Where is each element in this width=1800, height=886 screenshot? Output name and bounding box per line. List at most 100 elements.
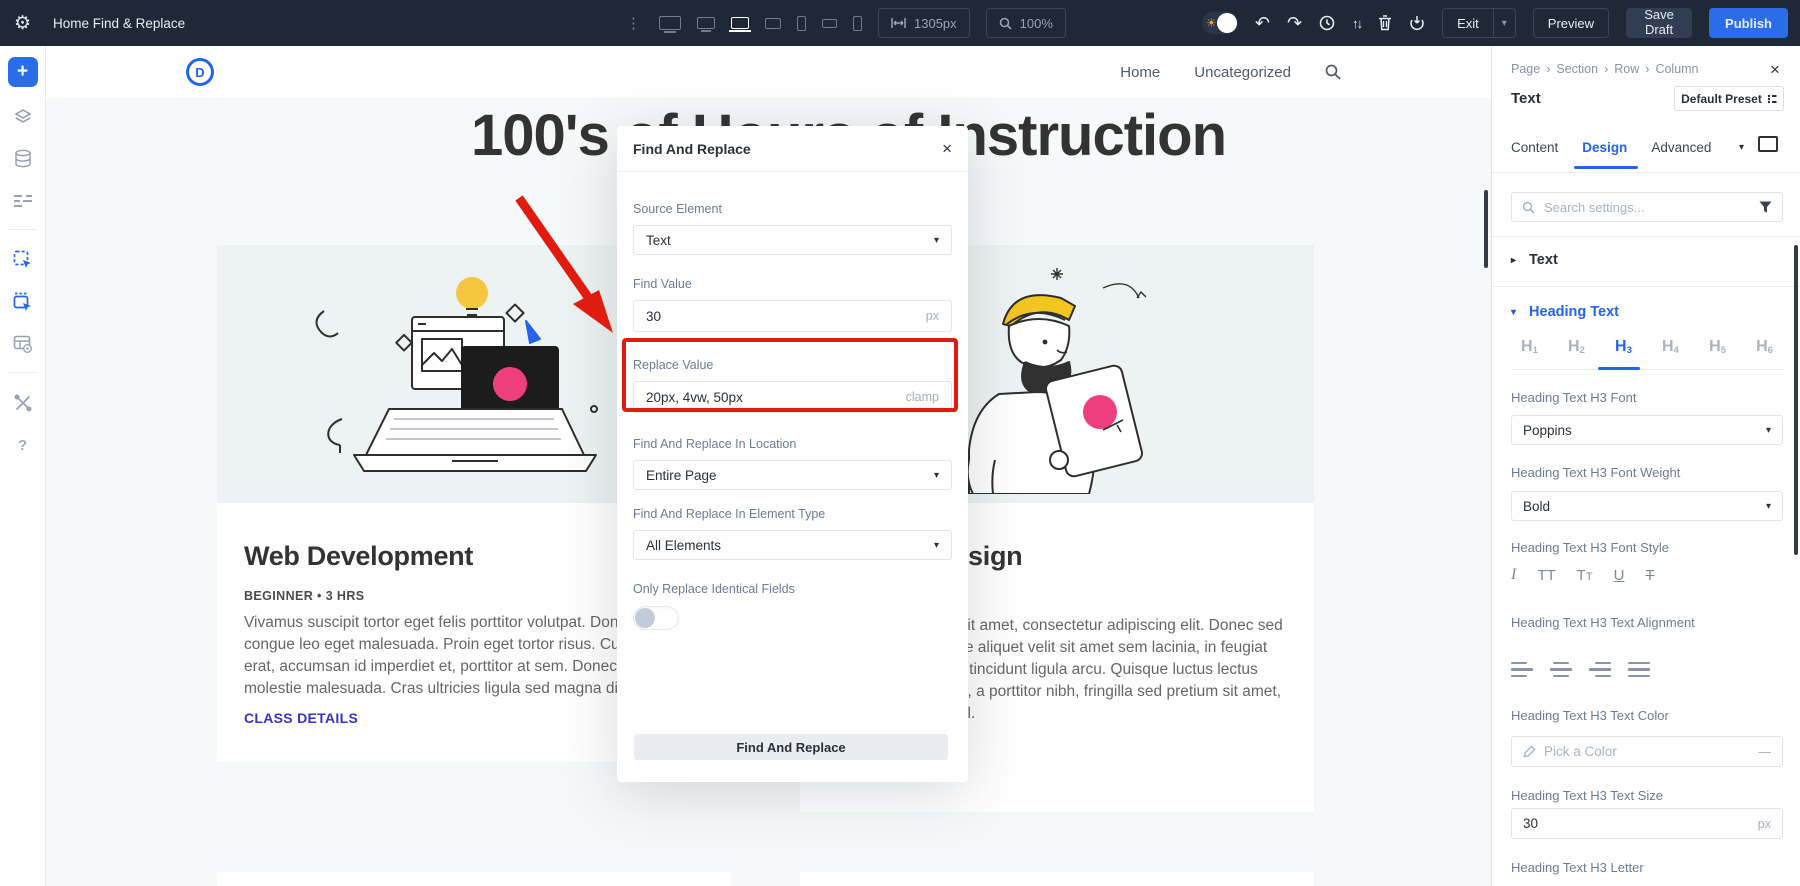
- nav-link-uncategorized[interactable]: Uncategorized: [1194, 64, 1291, 81]
- smallcaps-icon[interactable]: TT: [1577, 567, 1593, 584]
- breadcrumb-sep: ›: [1645, 62, 1649, 76]
- view-phone-portrait-icon[interactable]: [853, 16, 862, 31]
- site-logo[interactable]: D: [186, 58, 214, 86]
- width-arrows-icon: [891, 17, 906, 29]
- layout-settings-icon[interactable]: [11, 332, 35, 356]
- breadcrumb-section[interactable]: Section: [1556, 62, 1598, 76]
- active-tab-underline: [1574, 166, 1638, 169]
- replace-value-input[interactable]: 20px, 4vw, 50px clamp: [633, 381, 952, 413]
- section-toggle-text[interactable]: ▸ Text: [1511, 252, 1558, 268]
- view-laptop-icon[interactable]: [731, 17, 749, 29]
- nav-link-home[interactable]: Home: [1120, 64, 1160, 81]
- layers-icon[interactable]: [11, 105, 35, 129]
- align-center-icon[interactable]: [1550, 662, 1572, 677]
- database-icon[interactable]: [11, 147, 35, 171]
- source-element-value: Text: [646, 233, 671, 248]
- portability-icon[interactable]: [1409, 15, 1425, 31]
- panel-scrollbar[interactable]: [1794, 245, 1798, 555]
- tab-advanced[interactable]: Advanced: [1651, 140, 1711, 155]
- tabs-caret-icon[interactable]: ▾: [1739, 142, 1744, 153]
- save-draft-button[interactable]: Save Draft: [1626, 8, 1692, 38]
- heading-level-h5[interactable]: H5: [1709, 338, 1726, 356]
- light-dark-mode-toggle[interactable]: ☀: [1202, 12, 1238, 34]
- align-justify-icon[interactable]: [1628, 662, 1650, 677]
- view-desktop-xl-icon[interactable]: [659, 16, 681, 30]
- replace-value-text: 20px, 4vw, 50px: [646, 390, 743, 405]
- identical-fields-toggle[interactable]: [633, 606, 679, 630]
- divider: [1492, 172, 1800, 173]
- modal-close-icon[interactable]: ×: [942, 140, 952, 157]
- page-structure-icon[interactable]: [11, 189, 35, 213]
- breadcrumb-column[interactable]: Column: [1655, 62, 1698, 76]
- grid-mode-icon[interactable]: [11, 290, 35, 314]
- help-icon[interactable]: ?: [11, 433, 35, 457]
- strikethrough-icon[interactable]: T: [1645, 567, 1654, 584]
- view-phone-landscape-icon[interactable]: [822, 19, 837, 28]
- page-settings-gear-icon[interactable]: ⚙: [14, 14, 31, 33]
- find-and-replace-submit-button[interactable]: Find And Replace: [634, 734, 948, 760]
- source-element-select[interactable]: Text ▾: [633, 225, 952, 255]
- view-tablet-portrait-icon[interactable]: [797, 16, 806, 31]
- italic-icon[interactable]: I: [1511, 566, 1516, 584]
- heading-level-h2[interactable]: H2: [1568, 338, 1585, 356]
- view-tablet-landscape-icon[interactable]: [765, 18, 781, 29]
- logo-letter: D: [195, 65, 204, 80]
- exit-button[interactable]: Exit: [1443, 9, 1493, 37]
- font-select[interactable]: Poppins ▾: [1511, 415, 1783, 445]
- underline-icon[interactable]: U: [1614, 567, 1625, 584]
- align-right-icon[interactable]: [1589, 662, 1611, 677]
- exit-dropdown-caret[interactable]: ▾: [1493, 9, 1515, 37]
- settings-search-input[interactable]: [1542, 199, 1752, 216]
- align-left-icon[interactable]: [1511, 662, 1533, 677]
- divider: [1492, 286, 1800, 287]
- publish-button[interactable]: Publish: [1709, 8, 1788, 38]
- preview-button[interactable]: Preview: [1533, 8, 1609, 38]
- breadcrumb-row[interactable]: Row: [1614, 62, 1639, 76]
- undo-icon[interactable]: ↶: [1255, 14, 1270, 32]
- breadcrumb-sep: ›: [1546, 62, 1550, 76]
- default-preset-button[interactable]: Default Preset: [1674, 86, 1784, 111]
- text-color-picker[interactable]: Pick a Color —: [1511, 736, 1783, 767]
- font-weight-label: Heading Text H3 Font Weight: [1511, 465, 1783, 480]
- section-label: Heading Text: [1529, 304, 1619, 320]
- panel-close-icon[interactable]: ×: [1770, 60, 1780, 80]
- tab-design[interactable]: Design: [1582, 140, 1627, 155]
- location-select[interactable]: Entire Page ▾: [633, 460, 952, 490]
- view-desktop-icon[interactable]: [697, 17, 715, 29]
- redo-icon[interactable]: ↷: [1287, 14, 1302, 32]
- section-toggle-heading-text[interactable]: ▾ Heading Text: [1511, 304, 1619, 320]
- page-title: Home Find & Replace: [53, 16, 185, 31]
- find-value-text: 30: [646, 309, 661, 324]
- site-search-icon[interactable]: [1325, 64, 1341, 80]
- find-value-input[interactable]: 30 px: [633, 300, 952, 332]
- zoom-icon: [999, 17, 1012, 30]
- add-module-button[interactable]: +: [8, 57, 38, 87]
- tab-content[interactable]: Content: [1511, 140, 1558, 155]
- font-style-label: Heading Text H3 Font Style: [1511, 540, 1783, 555]
- preset-label: Default Preset: [1681, 92, 1762, 106]
- click-mode-icon[interactable]: [11, 248, 35, 272]
- site-header: D Home Uncategorized: [46, 46, 1491, 98]
- heading-level-selector: H1 H2 H3 H4 H5 H6: [1511, 338, 1783, 370]
- text-size-input[interactable]: 30 px: [1511, 808, 1783, 839]
- element-type-select[interactable]: All Elements ▾: [633, 530, 952, 560]
- heading-level-h6[interactable]: H6: [1756, 338, 1773, 356]
- viewport-width-control[interactable]: 1305px: [878, 8, 970, 38]
- tools-icon[interactable]: [11, 391, 35, 415]
- responsive-preview-icon[interactable]: [1758, 136, 1778, 152]
- find-value-unit: px: [926, 309, 939, 323]
- trash-icon[interactable]: [1378, 15, 1392, 31]
- heading-level-h3[interactable]: H3: [1615, 338, 1632, 356]
- zoom-control[interactable]: 100%: [986, 8, 1066, 38]
- uppercase-icon[interactable]: TT: [1537, 567, 1555, 584]
- canvas-scrollbar[interactable]: [1484, 190, 1488, 268]
- sort-layers-icon[interactable]: ↑↓: [1352, 17, 1361, 30]
- breadcrumb-page[interactable]: Page: [1511, 62, 1540, 76]
- filter-funnel-icon[interactable]: [1759, 201, 1772, 213]
- settings-tabs: Content Design Advanced: [1511, 140, 1711, 155]
- more-options-icon[interactable]: ⋮: [626, 14, 641, 32]
- font-weight-select[interactable]: Bold ▾: [1511, 491, 1783, 521]
- history-icon[interactable]: [1319, 15, 1335, 31]
- heading-level-h1[interactable]: H1: [1521, 338, 1538, 356]
- heading-level-h4[interactable]: H4: [1662, 338, 1679, 356]
